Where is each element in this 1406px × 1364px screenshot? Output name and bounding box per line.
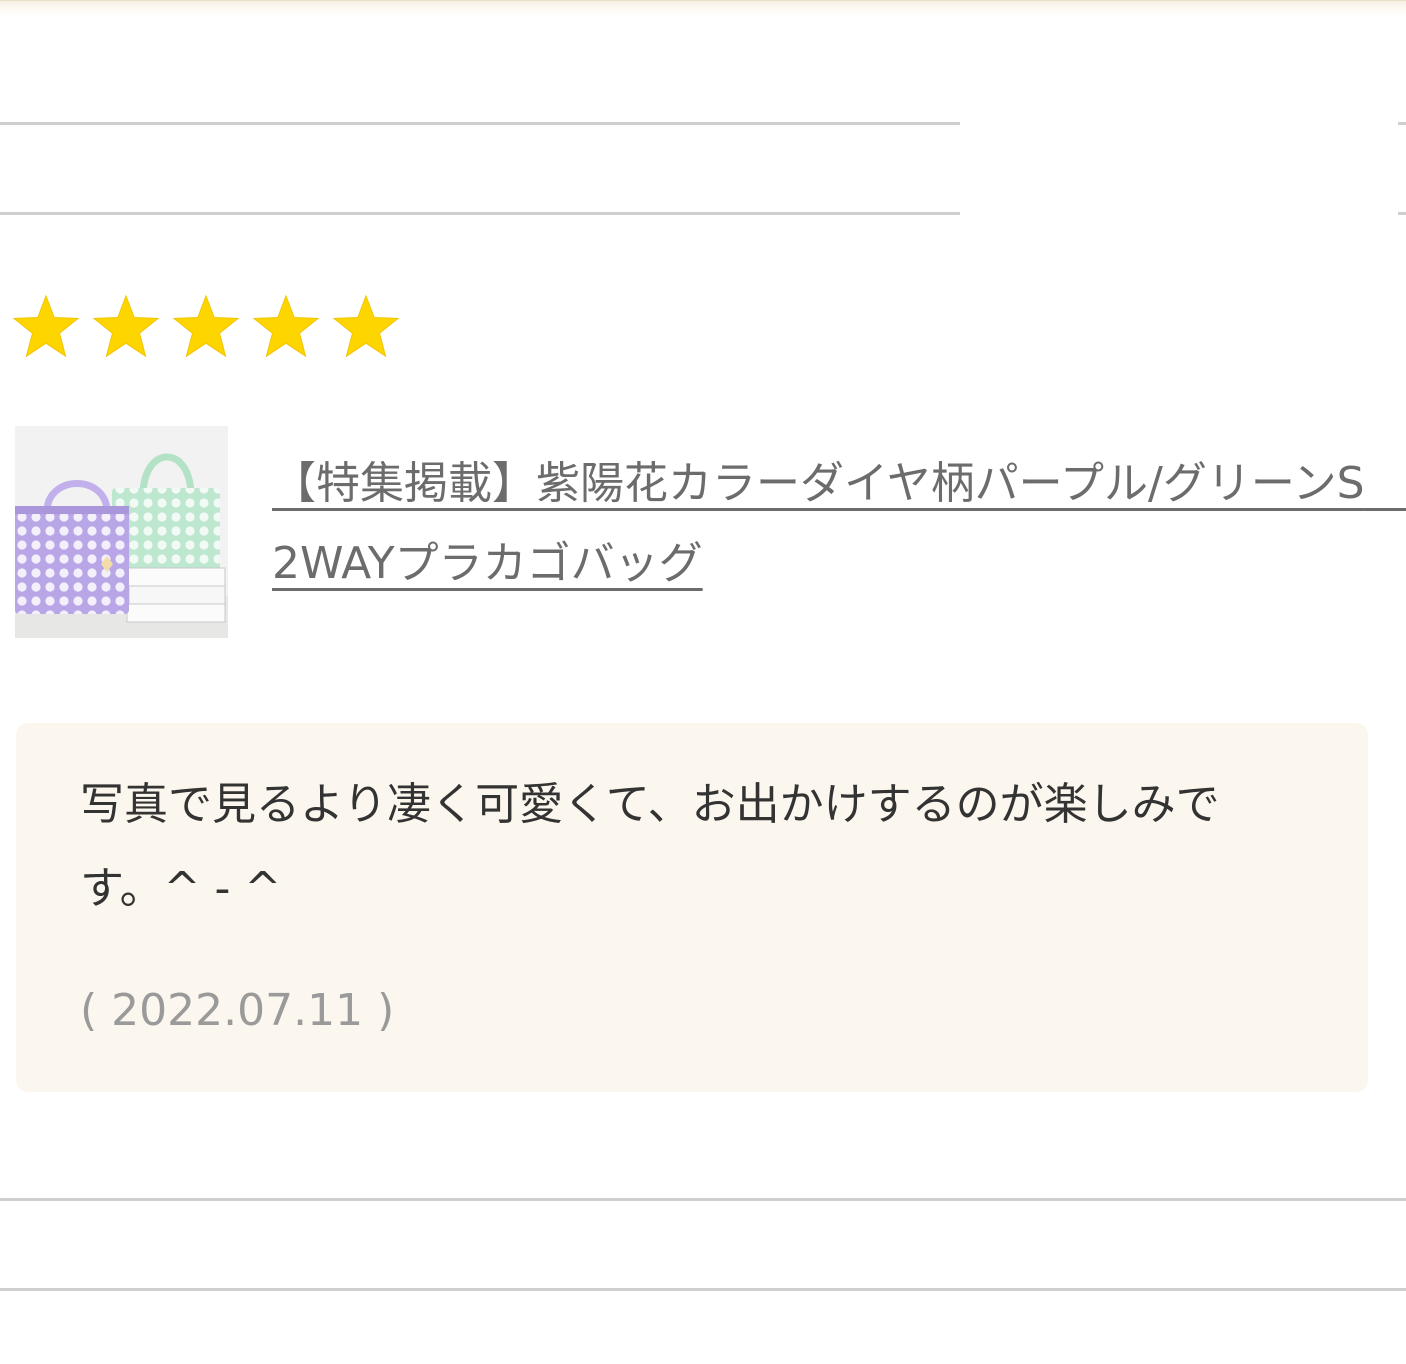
product-photo-icon: [15, 426, 228, 638]
product-title-link[interactable]: 【特集掲載】紫陽花カラーダイヤ柄パープル/グリーンS 2WAYプラカゴバッグ: [272, 444, 1372, 604]
product-thumbnail[interactable]: [15, 426, 228, 638]
star-rating: [12, 294, 412, 360]
review-card: 写真で見るより凄く可愛くて、お出かけするのが楽しみです。^ - ^ ( 2022…: [16, 723, 1368, 1092]
divider-top-2-stub: [1398, 212, 1406, 215]
star-icon: [332, 294, 412, 360]
divider-top-1: [0, 122, 960, 125]
star-icon: [92, 294, 172, 360]
top-strip: [0, 0, 1406, 16]
review-text: 写真で見るより凄く可愛くて、お出かけするのが楽しみです。^ - ^: [80, 779, 1220, 914]
review-date: ( 2022.07.11 ): [80, 985, 395, 1036]
star-icon: [172, 294, 252, 360]
divider-bottom-2: [0, 1288, 1406, 1291]
star-icon: [12, 294, 92, 360]
divider-top-2: [0, 212, 960, 215]
divider-bottom-1: [0, 1198, 1406, 1201]
product-title-text: 【特集掲載】紫陽花カラーダイヤ柄パープル/グリーンS 2WAYプラカゴバッグ: [272, 458, 1365, 589]
divider-top-1-stub: [1398, 122, 1406, 125]
star-icon: [252, 294, 332, 360]
